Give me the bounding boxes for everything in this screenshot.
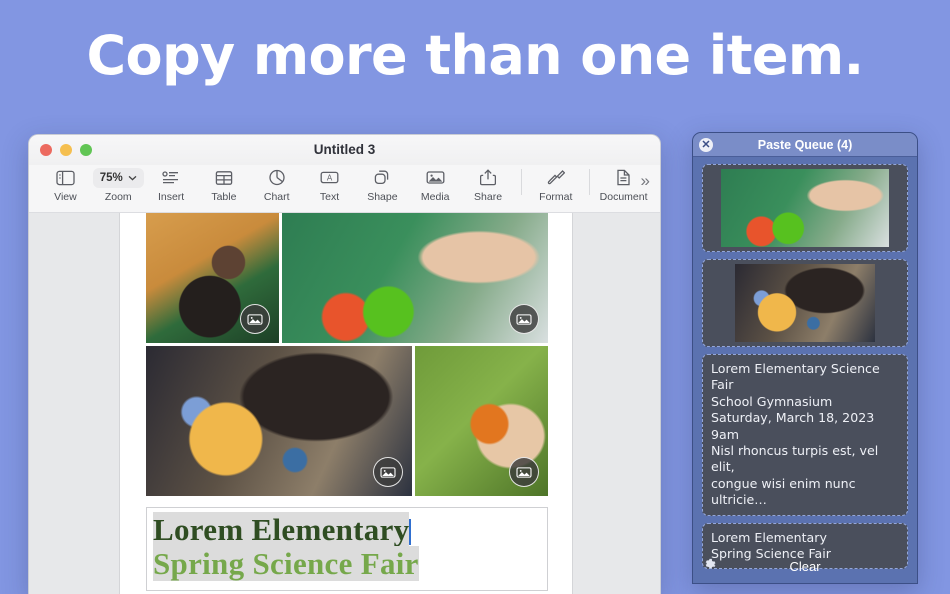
document-page-icon: [616, 167, 631, 188]
paste-item-4-line-1: Lorem Elementary: [711, 529, 827, 545]
media-placeholder-icon[interactable]: [509, 304, 539, 334]
toolbar-button-view[interactable]: View: [39, 167, 92, 203]
page-content: Lorem Elementary Spring Science Fair: [146, 213, 548, 594]
paste-queue-footer: Clear: [693, 549, 917, 583]
paste-item-3-line-3: Saturday, March 18, 2023 9am: [711, 410, 875, 442]
toolbar-label-media: Media: [420, 191, 450, 203]
heading-line-1-wrap: Lorem Elementary: [153, 512, 541, 547]
gear-icon[interactable]: [702, 557, 722, 575]
image-placeholder-solar-system[interactable]: [146, 346, 412, 496]
paste-queue-title: Paste Queue (4): [757, 138, 853, 152]
insert-list-icon: [162, 167, 180, 188]
sidebar-icon: [56, 167, 75, 188]
svg-text:A: A: [327, 174, 333, 183]
text-box-icon: A: [320, 167, 339, 188]
media-photo-icon: [426, 167, 445, 188]
image-row-2: [146, 346, 548, 496]
toolbar-button-format[interactable]: Format: [529, 167, 582, 203]
zoom-pill: 75%: [92, 167, 144, 188]
app-window: Untitled 3 View 75% Zoom Insert Table Ch…: [28, 134, 661, 594]
heading-line-2: Spring Science Fair: [153, 546, 419, 581]
toolbar-label-chart: Chart: [263, 191, 290, 203]
toolbar-button-shape[interactable]: Shape: [356, 167, 409, 203]
table-grid-icon: [215, 167, 233, 188]
boy-solar-system-clip: [735, 264, 875, 342]
text-cursor: [409, 519, 412, 545]
toolbar-label-shape: Shape: [367, 191, 398, 203]
toolbar: View 75% Zoom Insert Table Chart A Text …: [29, 165, 660, 213]
toolbar-label-share: Share: [474, 191, 503, 203]
share-upload-icon: [480, 167, 497, 188]
paste-item-3-line-5: congue wisi enim nunc ultricie…: [711, 475, 856, 508]
page-headline: Copy more than one item.: [86, 24, 864, 87]
image-placeholder-boy-microscope[interactable]: [146, 213, 279, 343]
toolbar-label-text: Text: [319, 191, 340, 203]
paste-queue-titlebar: ✕ Paste Queue (4): [693, 133, 917, 157]
traffic-lights: [40, 144, 92, 156]
toolbar-overflow-button[interactable]: »: [641, 171, 650, 191]
toolbar-divider-2: [589, 169, 591, 195]
toolbar-button-zoom[interactable]: 75% Zoom: [92, 167, 145, 203]
girl-flasks-clip: [721, 169, 889, 247]
toolbar-button-chart[interactable]: Chart: [250, 167, 303, 203]
toolbar-label-format: Format: [539, 191, 573, 203]
paste-queue-item-1[interactable]: [702, 164, 908, 252]
heading-line-2-wrap: Spring Science Fair: [153, 546, 541, 581]
minimize-window-button[interactable]: [60, 144, 72, 156]
document-canvas[interactable]: Lorem Elementary Spring Science Fair: [29, 213, 660, 594]
zoom-window-button[interactable]: [80, 144, 92, 156]
image-row-1: [146, 213, 548, 343]
toolbar-button-insert[interactable]: Insert: [145, 167, 198, 203]
paste-queue-panel: ✕ Paste Queue (4) Lorem Elementary Scien…: [692, 132, 918, 584]
chevron-down-icon: [128, 172, 137, 184]
pie-chart-icon: [268, 167, 286, 188]
media-placeholder-icon[interactable]: [240, 304, 270, 334]
document-page[interactable]: Lorem Elementary Spring Science Fair: [119, 213, 573, 594]
paste-queue-item-2[interactable]: [702, 259, 908, 347]
paste-queue-list: Lorem Elementary Science Fair School Gym…: [693, 157, 917, 570]
toolbar-button-table[interactable]: Table: [197, 167, 250, 203]
toolbar-divider-1: [521, 169, 523, 195]
paste-item-3-line-1: Lorem Elementary Science Fair: [711, 361, 880, 393]
clear-button[interactable]: Clear: [722, 559, 888, 574]
paste-queue-item-3[interactable]: Lorem Elementary Science Fair School Gym…: [702, 354, 908, 516]
heading-line-1: Lorem Elementary: [153, 512, 410, 547]
toolbar-button-text[interactable]: A Text: [303, 167, 356, 203]
toolbar-button-media[interactable]: Media: [409, 167, 462, 203]
toolbar-label-zoom: Zoom: [104, 191, 132, 203]
paste-item-3-line-2: School Gymnasium: [711, 393, 833, 409]
paste-item-3-line-4: Nisl rhoncus turpis est, vel elit,: [711, 443, 879, 475]
image-placeholder-butterfly[interactable]: [415, 346, 548, 496]
toolbar-label-insert: Insert: [157, 191, 185, 203]
shapes-icon: [373, 167, 391, 188]
paintbrush-icon: [547, 167, 565, 188]
media-placeholder-icon[interactable]: [509, 457, 539, 487]
window-title: Untitled 3: [313, 142, 376, 157]
toolbar-label-document: Document: [599, 191, 648, 203]
close-icon[interactable]: ✕: [699, 138, 713, 152]
toolbar-button-share[interactable]: Share: [462, 167, 515, 203]
zoom-value: 75%: [99, 171, 123, 184]
window-titlebar: Untitled 3: [29, 135, 660, 165]
close-window-button[interactable]: [40, 144, 52, 156]
toolbar-label-view: View: [54, 191, 77, 203]
toolbar-label-table: Table: [211, 191, 237, 203]
document-title-textbox[interactable]: Lorem Elementary Spring Science Fair: [146, 507, 548, 591]
image-placeholder-girl-flasks[interactable]: [282, 213, 548, 343]
media-placeholder-icon[interactable]: [373, 457, 403, 487]
girl-flasks-photo: [282, 213, 548, 343]
